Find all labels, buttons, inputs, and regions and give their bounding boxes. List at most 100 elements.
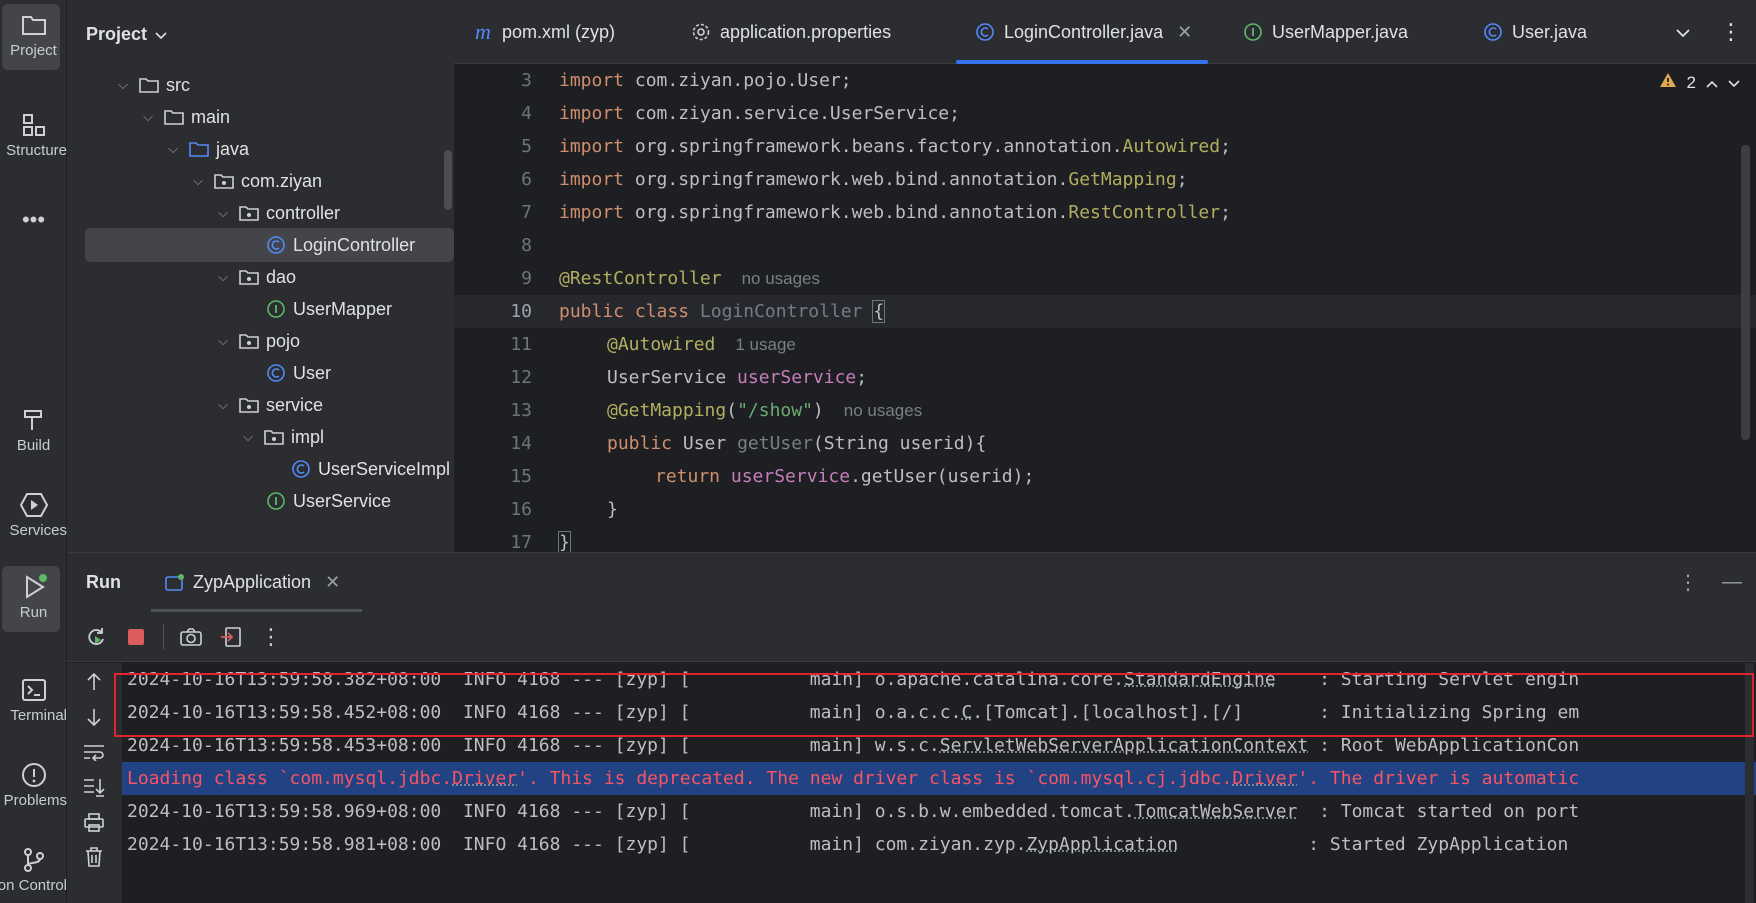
arrow-down-icon[interactable]: [81, 704, 107, 730]
class-icon: [974, 21, 996, 43]
more-tools-button[interactable]: •••: [0, 185, 67, 255]
tree-item-dao[interactable]: ⌵ dao: [67, 260, 454, 294]
code-text: import org.springframework.web.bind.anno…: [559, 202, 1231, 223]
tree-item-label: java: [216, 139, 249, 160]
project-header[interactable]: Project: [67, 0, 454, 68]
code-text: }: [607, 499, 618, 520]
class-icon: [265, 362, 287, 384]
tab-label: application.properties: [720, 22, 891, 43]
tree-item-java[interactable]: ⌵ java: [67, 132, 454, 166]
chevron-down-icon[interactable]: ⌵: [214, 397, 232, 413]
code-line: 13 @GetMapping("/show") no usages: [454, 394, 1756, 427]
code-line: 4 import com.ziyan.service.UserService;: [454, 97, 1756, 130]
chevron-up-icon[interactable]: [1706, 73, 1718, 93]
project-title: Project: [86, 24, 147, 45]
code-line: 12 UserService userService;: [454, 361, 1756, 394]
tree-item-impl[interactable]: ⌵ impl: [67, 420, 454, 454]
print-icon[interactable]: [81, 809, 107, 835]
package-icon: [238, 266, 260, 288]
tree-item-main[interactable]: ⌵ main: [67, 100, 454, 134]
close-icon[interactable]: ✕: [325, 572, 340, 593]
tool-label: Run: [0, 604, 67, 621]
more-vertical-icon[interactable]: ⋮: [1678, 570, 1698, 595]
tabs-more-button[interactable]: ⋮: [1720, 0, 1742, 64]
folder-icon: [163, 106, 185, 128]
tab-pom-xml[interactable]: m pom.xml (zyp): [472, 0, 615, 64]
tab-logincontroller-java[interactable]: LoginController.java ✕: [974, 0, 1192, 64]
package-icon: [238, 202, 260, 224]
tree-item-userservice[interactable]: UserService: [67, 484, 454, 518]
tree-item-logincontroller[interactable]: LoginController: [85, 228, 454, 262]
line-number: 7: [454, 202, 532, 223]
tool-label: Terminal: [0, 707, 67, 724]
tab-user-java[interactable]: User.java: [1482, 0, 1587, 64]
chevron-down-icon: [1676, 22, 1690, 43]
chevron-down-icon[interactable]: ⌵: [214, 205, 232, 221]
chevron-down-icon[interactable]: ⌵: [214, 333, 232, 349]
run-tab-zypapplication[interactable]: ZypApplication ✕: [165, 553, 340, 612]
stop-button[interactable]: [123, 624, 149, 650]
chevron-down-icon[interactable]: ⌵: [164, 141, 182, 157]
tool-run[interactable]: Run: [0, 562, 67, 630]
scroll-to-end-icon[interactable]: [81, 774, 107, 800]
code-text: import com.ziyan.service.UserService;: [559, 103, 960, 124]
tool-structure[interactable]: Structure: [0, 100, 67, 168]
code-text: import org.springframework.beans.factory…: [559, 136, 1231, 157]
tab-label: pom.xml (zyp): [502, 22, 615, 43]
chevron-down-icon[interactable]: [1728, 73, 1740, 93]
tree-item-label: controller: [266, 203, 340, 224]
tree-item-userserviceimpl[interactable]: UserServiceImpl: [67, 452, 454, 486]
tool-problems[interactable]: Problems: [0, 750, 67, 818]
tool-project[interactable]: Project: [0, 0, 67, 68]
chevron-down-icon[interactable]: ⌵: [239, 429, 257, 445]
tool-build[interactable]: Build: [0, 395, 67, 463]
chevron-down-icon[interactable]: ⌵: [114, 77, 132, 93]
code-line: 14 public User getUser(String userid){: [454, 427, 1756, 460]
line-number: 8: [454, 235, 532, 256]
toolbar-separator: [163, 624, 164, 650]
soft-wrap-icon[interactable]: [81, 739, 107, 765]
line-number: 10: [454, 301, 532, 322]
line-number: 5: [454, 136, 532, 157]
tool-version-control[interactable]: Version Control: [0, 835, 67, 903]
tree-item-label: LoginController: [293, 235, 415, 256]
tree-item-src[interactable]: ⌵ src: [67, 68, 454, 102]
rerun-button[interactable]: [83, 624, 109, 650]
trash-icon[interactable]: [81, 844, 107, 870]
tree-item-pojo[interactable]: ⌵ pojo: [67, 324, 454, 358]
tab-usermapper-java[interactable]: UserMapper.java: [1242, 0, 1408, 64]
editor-tabs: m pom.xml (zyp) application.properties L…: [454, 0, 1756, 64]
code-line: 17 }: [454, 526, 1756, 552]
exit-icon[interactable]: [218, 624, 244, 650]
more-vertical-icon[interactable]: ⋮: [258, 624, 284, 650]
inspection-widget[interactable]: 2: [1659, 72, 1740, 93]
maven-icon: m: [472, 21, 494, 43]
tool-terminal[interactable]: Terminal: [0, 665, 67, 733]
code-text: public User getUser(String userid){: [607, 433, 986, 454]
interface-icon: [265, 490, 287, 512]
chevron-down-icon[interactable]: ⌵: [139, 109, 157, 125]
tree-item-usermapper[interactable]: UserMapper: [67, 292, 454, 326]
tabs-dropdown-button[interactable]: [1676, 0, 1690, 64]
class-icon: [1482, 21, 1504, 43]
project-scrollbar[interactable]: [444, 150, 452, 210]
console-line: 2024-10-16T13:59:58.981+08:00 INFO 4168 …: [127, 828, 1568, 861]
minimize-icon[interactable]: —: [1722, 571, 1742, 594]
tree-item-com-ziyan[interactable]: ⌵ com.ziyan: [67, 164, 454, 198]
tree-item-controller[interactable]: ⌵ controller: [67, 196, 454, 230]
tree-item-user[interactable]: User: [67, 356, 454, 390]
camera-icon[interactable]: [178, 624, 204, 650]
tool-services[interactable]: Services: [0, 480, 67, 548]
line-number: 13: [454, 400, 532, 421]
usage-hint: no usages: [742, 269, 820, 288]
chevron-down-icon[interactable]: ⌵: [214, 269, 232, 285]
tree-item-label: UserService: [293, 491, 391, 512]
tab-application-properties[interactable]: application.properties: [690, 0, 891, 64]
editor-scrollbar[interactable]: [1741, 145, 1750, 440]
highlight-annotation-box: [114, 673, 1754, 737]
close-icon[interactable]: ✕: [1177, 22, 1192, 43]
tree-item-service[interactable]: ⌵ service: [67, 388, 454, 422]
chevron-down-icon[interactable]: ⌵: [189, 173, 207, 189]
code-area[interactable]: 3 import com.ziyan.pojo.User; 4 import c…: [454, 64, 1756, 552]
arrow-up-icon[interactable]: [81, 669, 107, 695]
